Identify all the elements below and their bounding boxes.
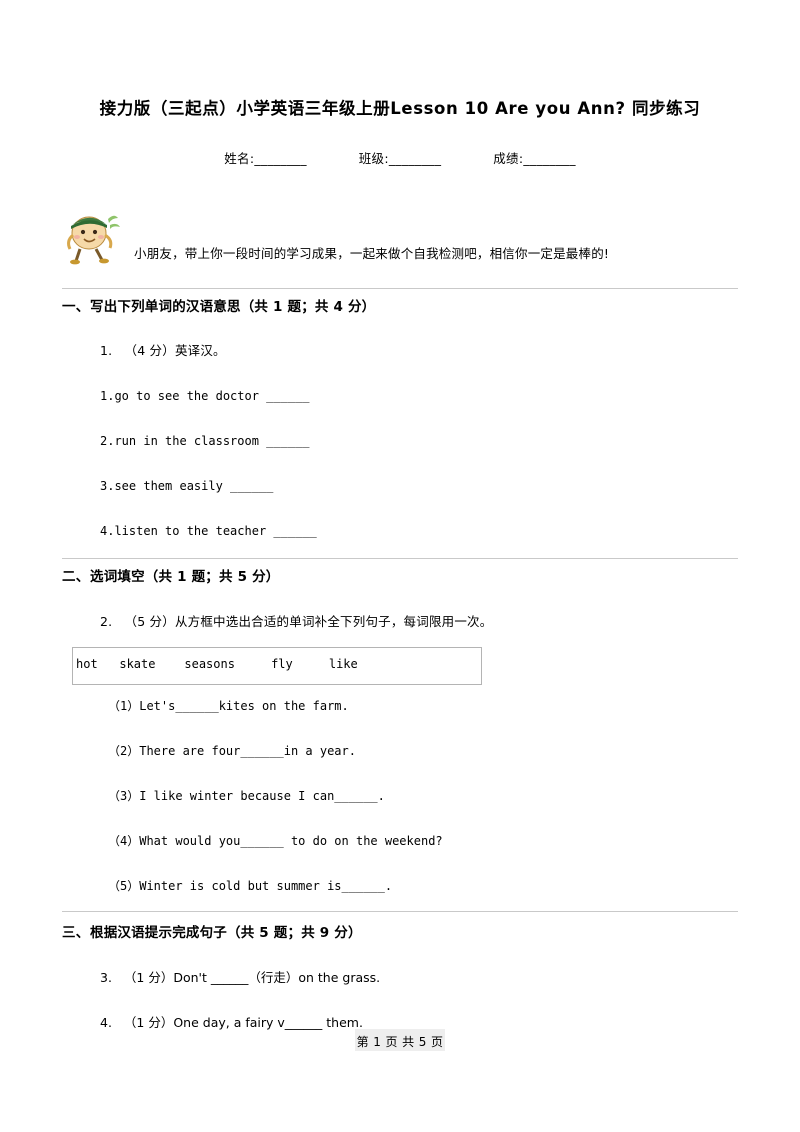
divider-3 xyxy=(62,911,738,912)
page-footer: 第 1 页 共 5 页 xyxy=(356,1035,444,1049)
divider-2 xyxy=(62,558,738,559)
mascot-icon xyxy=(62,205,124,265)
question-1-label: 1. xyxy=(100,343,113,358)
question-1-prompt: （4 分）英译汉。 xyxy=(124,343,226,358)
question-2-item-5: （5）Winter is cold but summer is______. xyxy=(108,879,393,893)
section-3-number: 三、 xyxy=(62,925,90,941)
question-3-prompt: （1 分）Don't ______（行走）on the grass. xyxy=(123,970,381,985)
question-1-item-1: 1.go to see the doctor ______ xyxy=(100,389,310,403)
question-1: 1. （4 分）英译汉。 xyxy=(100,340,226,359)
question-1-item-3: 3.see them easily ______ xyxy=(100,479,274,493)
question-3-label: 3. xyxy=(100,970,112,985)
field-name[interactable]: 姓名:________ xyxy=(224,148,307,167)
field-score[interactable]: 成绩:________ xyxy=(493,148,576,167)
question-2-item-1: （1）Let's______kites on the farm. xyxy=(108,699,349,713)
student-info-row: 姓名:________ 班级:________ 成绩:________ xyxy=(0,148,800,167)
word-bank-box: hot skate seasons fly like xyxy=(72,647,482,685)
section-2-title: 选词填空（共 1 题；共 5 分） xyxy=(90,569,280,585)
question-2-item-4: （4）What would you______ to do on the wee… xyxy=(108,834,443,848)
section-2-number: 二、 xyxy=(62,569,90,585)
word-bank-text: hot skate seasons fly like xyxy=(76,657,358,671)
question-2-label: 2. xyxy=(100,614,113,629)
question-4: 4. （1 分）One day, a fairy v______ them. xyxy=(100,1012,363,1031)
question-1-item-4: 4.listen to the teacher ______ xyxy=(100,524,317,538)
mascot-banner: 小朋友，带上你一段时间的学习成果，一起来做个自我检测吧，相信你一定是最棒的! xyxy=(62,205,762,265)
question-4-label: 4. xyxy=(100,1015,112,1030)
question-3: 3. （1 分）Don't ______（行走）on the grass. xyxy=(100,967,380,986)
question-2: 2. （5 分）从方框中选出合适的单词补全下列句子，每词限用一次。 xyxy=(100,611,492,630)
section-1-heading: 一、写出下列单词的汉语意思（共 1 题；共 4 分） xyxy=(62,295,752,315)
question-4-prompt: （1 分）One day, a fairy v______ them. xyxy=(123,1015,363,1030)
question-1-item-2: 2.run in the classroom ______ xyxy=(100,434,310,448)
field-class[interactable]: 班级:________ xyxy=(359,148,442,167)
section-1-title: 写出下列单词的汉语意思（共 1 题；共 4 分） xyxy=(90,299,376,315)
document-page: 接力版（三起点）小学英语三年级上册Lesson 10 Are you Ann? … xyxy=(0,0,800,1132)
section-3-title: 根据汉语提示完成句子（共 5 题；共 9 分） xyxy=(90,925,362,941)
mascot-note: 小朋友，带上你一段时间的学习成果，一起来做个自我检测吧，相信你一定是最棒的! xyxy=(134,246,610,261)
section-3-heading: 三、根据汉语提示完成句子（共 5 题；共 9 分） xyxy=(62,921,752,941)
question-2-item-2: （2）There are four______in a year. xyxy=(108,744,356,758)
question-2-item-3: （3）I like winter because I can______. xyxy=(108,789,385,803)
page-title: 接力版（三起点）小学英语三年级上册Lesson 10 Are you Ann? … xyxy=(99,99,701,118)
section-2-heading: 二、选词填空（共 1 题；共 5 分） xyxy=(62,565,752,585)
divider-1 xyxy=(62,288,738,289)
section-1-number: 一、 xyxy=(62,299,90,315)
question-2-prompt: （5 分）从方框中选出合适的单词补全下列句子，每词限用一次。 xyxy=(124,614,493,629)
